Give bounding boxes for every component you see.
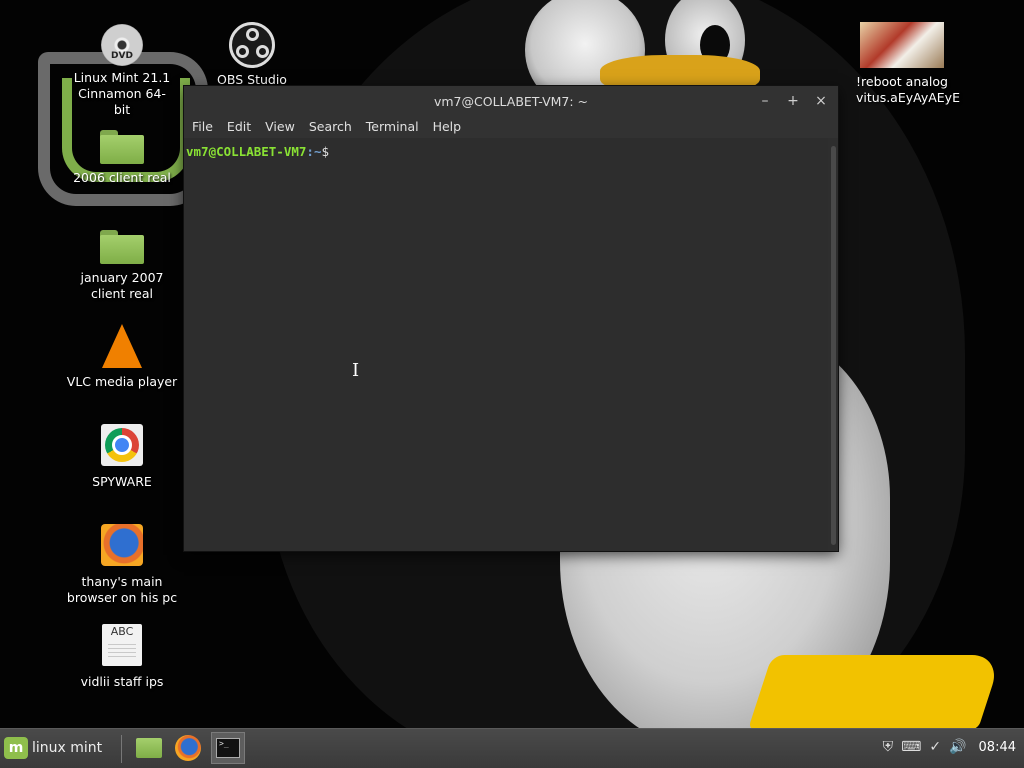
keyboard-icon[interactable]: ⌨ xyxy=(901,739,921,755)
desktop: DVD Linux Mint 21.1 Cinnamon 64-bit OBS … xyxy=(0,0,1024,728)
desktop-icon-label: VLC media player xyxy=(66,374,178,389)
desktop-icon-reboot-analog[interactable]: !reboot analog vitus.aEyAyAEyE xyxy=(842,22,962,106)
firefox-icon xyxy=(175,735,201,761)
document-icon-text: ABC xyxy=(110,625,134,638)
desktop-icon-label: SPYWARE xyxy=(92,474,152,489)
desktop-icon-2006-client-real[interactable]: 2006 client real xyxy=(62,130,182,186)
image-thumbnail-icon xyxy=(860,22,944,68)
menu-file[interactable]: File xyxy=(190,116,219,138)
start-menu-label: linux mint xyxy=(32,740,103,756)
maximize-button[interactable]: + xyxy=(784,92,802,110)
prompt-user-host: vm7@COLLABET-VM7 xyxy=(186,144,307,159)
menu-search[interactable]: Search xyxy=(307,116,358,138)
linux-mint-logo-icon: m xyxy=(4,737,28,759)
desktop-icon-spyware[interactable]: SPYWARE xyxy=(62,424,182,490)
chrome-icon xyxy=(101,424,143,466)
desktop-icon-label: thany's main browser on his pc xyxy=(66,574,178,605)
desktop-icon-vlc-media-player[interactable]: VLC media player xyxy=(62,324,182,390)
desktop-icon-label: !reboot analog vitus.aEyAyAEyE xyxy=(856,74,960,105)
terminal-menubar: File Edit View Search Terminal Help xyxy=(184,116,838,138)
start-menu-button[interactable]: m linux mint xyxy=(4,737,102,759)
desktop-icon-label: january 2007 client real xyxy=(80,270,164,301)
terminal-window[interactable]: vm7@COLLABET-VM7: ~ – + × File Edit View… xyxy=(184,86,838,551)
menu-help[interactable]: Help xyxy=(431,116,468,138)
menu-view[interactable]: View xyxy=(263,116,301,138)
desktop-icon-linux-mint-dvd[interactable]: DVD Linux Mint 21.1 Cinnamon 64-bit xyxy=(62,24,182,118)
taskbar: m linux mint >_ ⛨ ⌨ ✓ 🔊 08:44 xyxy=(0,728,1024,768)
desktop-icon-january-2007-client-real[interactable]: january 2007 client real xyxy=(62,230,182,302)
obs-icon xyxy=(229,22,275,68)
menu-edit[interactable]: Edit xyxy=(225,116,257,138)
window-title: vm7@COLLABET-VM7: ~ xyxy=(433,94,589,109)
dvd-icon-text: DVD xyxy=(111,51,133,61)
taskbar-separator xyxy=(121,735,122,763)
network-icon[interactable]: ✓ xyxy=(929,739,941,755)
menu-terminal[interactable]: Terminal xyxy=(364,116,425,138)
taskbar-terminal-window-button[interactable]: >_ xyxy=(211,732,245,764)
dvd-icon: DVD xyxy=(101,24,143,66)
desktop-icon-thanys-main-browser[interactable]: thany's main browser on his pc xyxy=(62,524,182,606)
desktop-icon-label: vidlii staff ips xyxy=(80,674,164,689)
shield-icon[interactable]: ⛨ xyxy=(883,739,894,755)
prompt-path: :~ xyxy=(306,144,322,159)
terminal-icon: >_ xyxy=(216,738,240,758)
minimize-button[interactable]: – xyxy=(756,92,774,110)
taskbar-files-launcher[interactable] xyxy=(132,732,166,764)
wallpaper-penguin-foot xyxy=(747,655,1003,728)
folder-icon xyxy=(136,738,162,758)
text-document-icon: ABC xyxy=(102,624,142,666)
firefox-icon xyxy=(101,524,143,566)
prompt-symbol: $ xyxy=(321,144,330,159)
close-button[interactable]: × xyxy=(812,92,830,110)
folder-icon xyxy=(100,230,144,264)
desktop-icon-vidlii-staff-ips[interactable]: ABC vidlii staff ips xyxy=(62,624,182,690)
folder-icon xyxy=(100,130,144,164)
terminal-scrollbar[interactable] xyxy=(831,146,836,545)
terminal-output[interactable]: vm7@COLLABET-VM7:~$ xyxy=(184,138,828,551)
text-cursor-icon: I xyxy=(352,360,360,381)
system-tray: ⛨ ⌨ ✓ 🔊 08:44 xyxy=(883,739,1016,755)
desktop-icon-obs-studio[interactable]: OBS Studio xyxy=(192,22,312,88)
desktop-icon-label: Linux Mint 21.1 Cinnamon 64-bit xyxy=(73,70,171,117)
taskbar-firefox-launcher[interactable] xyxy=(171,732,205,764)
vlc-icon xyxy=(102,324,142,368)
window-titlebar[interactable]: vm7@COLLABET-VM7: ~ – + × xyxy=(184,86,838,116)
volume-icon[interactable]: 🔊 xyxy=(949,739,966,755)
clock[interactable]: 08:44 xyxy=(979,740,1016,755)
desktop-icon-label: 2006 client real xyxy=(73,170,171,185)
